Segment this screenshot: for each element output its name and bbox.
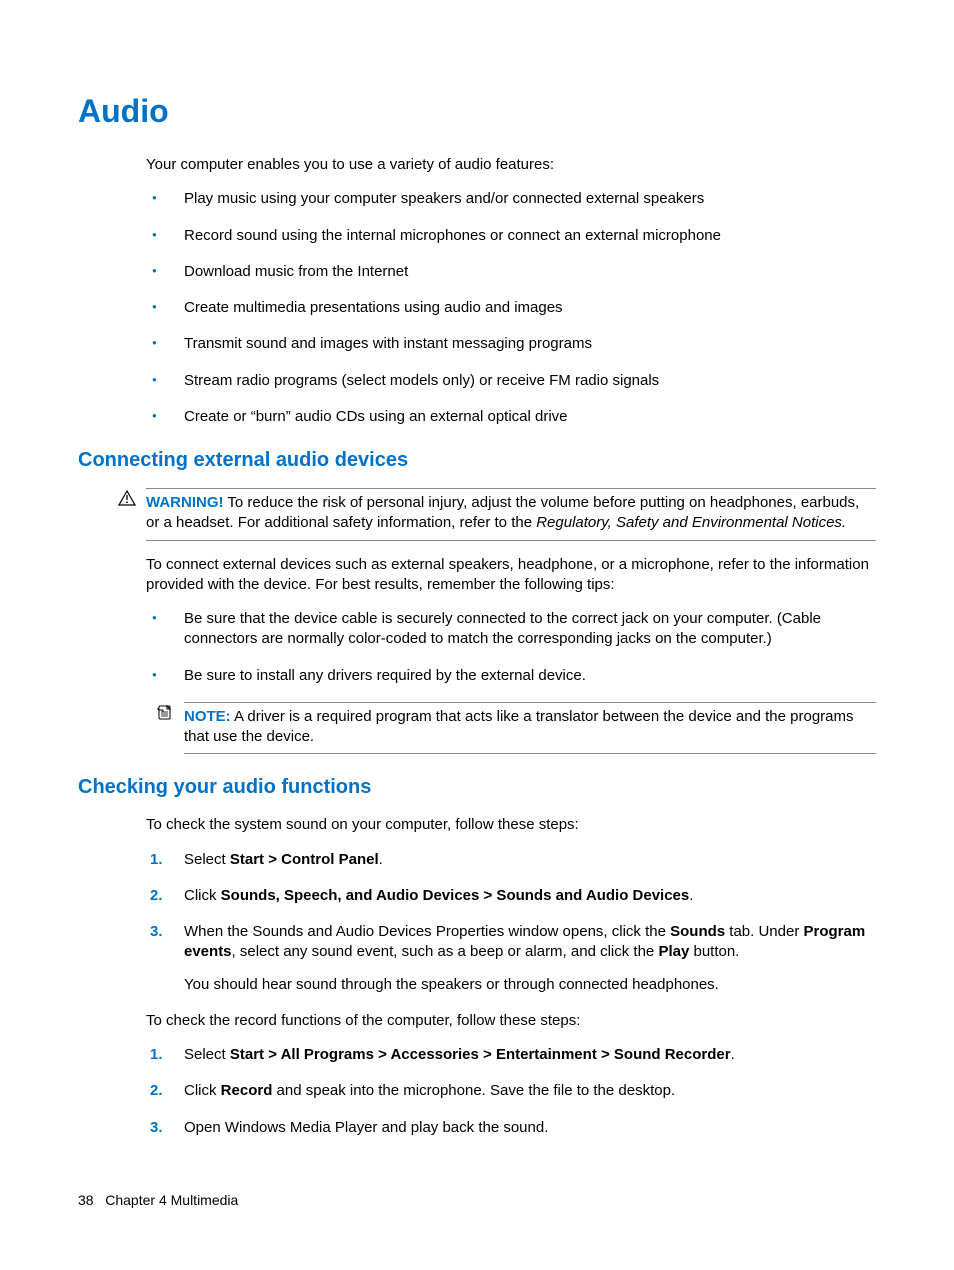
step-text: Select: [184, 851, 230, 868]
step-text: .: [379, 851, 383, 868]
section-heading-checking: Checking your audio functions: [78, 774, 876, 801]
step-text: When the Sounds and Audio Devices Proper…: [184, 923, 670, 940]
step-text: Select: [184, 1046, 230, 1063]
list-item: Create or “burn” audio CDs using an exte…: [146, 407, 876, 427]
step-text: , select any sound event, such as a beep…: [232, 943, 659, 960]
warning-icon: [118, 490, 138, 512]
warning-block: WARNING! To reduce the risk of personal …: [118, 488, 876, 541]
note-text: A driver is a required program that acts…: [184, 708, 854, 745]
step-text: Click: [184, 1082, 221, 1099]
page-footer: 38 Chapter 4 Multimedia: [78, 1191, 238, 1210]
tips-list: Be sure that the device cable is securel…: [146, 609, 876, 686]
step-text: and speak into the microphone. Save the …: [272, 1082, 675, 1099]
page-title: Audio: [78, 90, 876, 133]
check-record-steps: Select Start > All Programs > Accessorie…: [146, 1045, 876, 1138]
list-item: When the Sounds and Audio Devices Proper…: [146, 922, 876, 995]
step-text: button.: [689, 943, 739, 960]
list-item: Download music from the Internet: [146, 262, 876, 282]
step-bold: Record: [221, 1082, 273, 1099]
list-item: Click Sounds, Speech, and Audio Devices …: [146, 886, 876, 906]
step-text: Click: [184, 887, 221, 904]
warning-reference: Regulatory, Safety and Environmental Not…: [536, 514, 846, 531]
step-bold: Start > Control Panel: [230, 851, 379, 868]
intro-paragraph: Your computer enables you to use a varie…: [146, 155, 876, 175]
page-number: 38: [78, 1192, 94, 1208]
step-bold: Sounds, Speech, and Audio Devices > Soun…: [221, 887, 690, 904]
check-sound-steps: Select Start > Control Panel. Click Soun…: [146, 850, 876, 995]
warning-label: WARNING!: [146, 494, 224, 511]
step-text: .: [689, 887, 693, 904]
list-item: Open Windows Media Player and play back …: [146, 1118, 876, 1138]
step-bold: Sounds: [670, 923, 725, 940]
list-item: Play music using your computer speakers …: [146, 189, 876, 209]
list-item: Be sure that the device cable is securel…: [146, 609, 876, 650]
step-text: tab. Under: [725, 923, 803, 940]
section-heading-connecting: Connecting external audio devices: [78, 447, 876, 474]
list-item: Select Start > All Programs > Accessorie…: [146, 1045, 876, 1065]
list-item: Be sure to install any drivers required …: [146, 666, 876, 686]
list-item: Record sound using the internal micropho…: [146, 226, 876, 246]
step-bold: Start > All Programs > Accessories > Ent…: [230, 1046, 731, 1063]
note-icon: [156, 704, 176, 728]
list-item: Select Start > Control Panel.: [146, 850, 876, 870]
connect-paragraph: To connect external devices such as exte…: [146, 555, 876, 596]
feature-list: Play music using your computer speakers …: [146, 189, 876, 427]
check-record-paragraph: To check the record functions of the com…: [146, 1011, 876, 1031]
step-text: .: [731, 1046, 735, 1063]
chapter-label: Chapter 4 Multimedia: [105, 1192, 238, 1208]
step-bold: Play: [658, 943, 689, 960]
list-item: Click Record and speak into the micropho…: [146, 1081, 876, 1101]
note-block: NOTE: A driver is a required program tha…: [156, 702, 876, 755]
note-label: NOTE:: [184, 708, 231, 725]
step-subtext: You should hear sound through the speake…: [184, 975, 876, 995]
check-sound-paragraph: To check the system sound on your comput…: [146, 815, 876, 835]
list-item: Create multimedia presentations using au…: [146, 298, 876, 318]
list-item: Transmit sound and images with instant m…: [146, 334, 876, 354]
list-item: Stream radio programs (select models onl…: [146, 371, 876, 391]
